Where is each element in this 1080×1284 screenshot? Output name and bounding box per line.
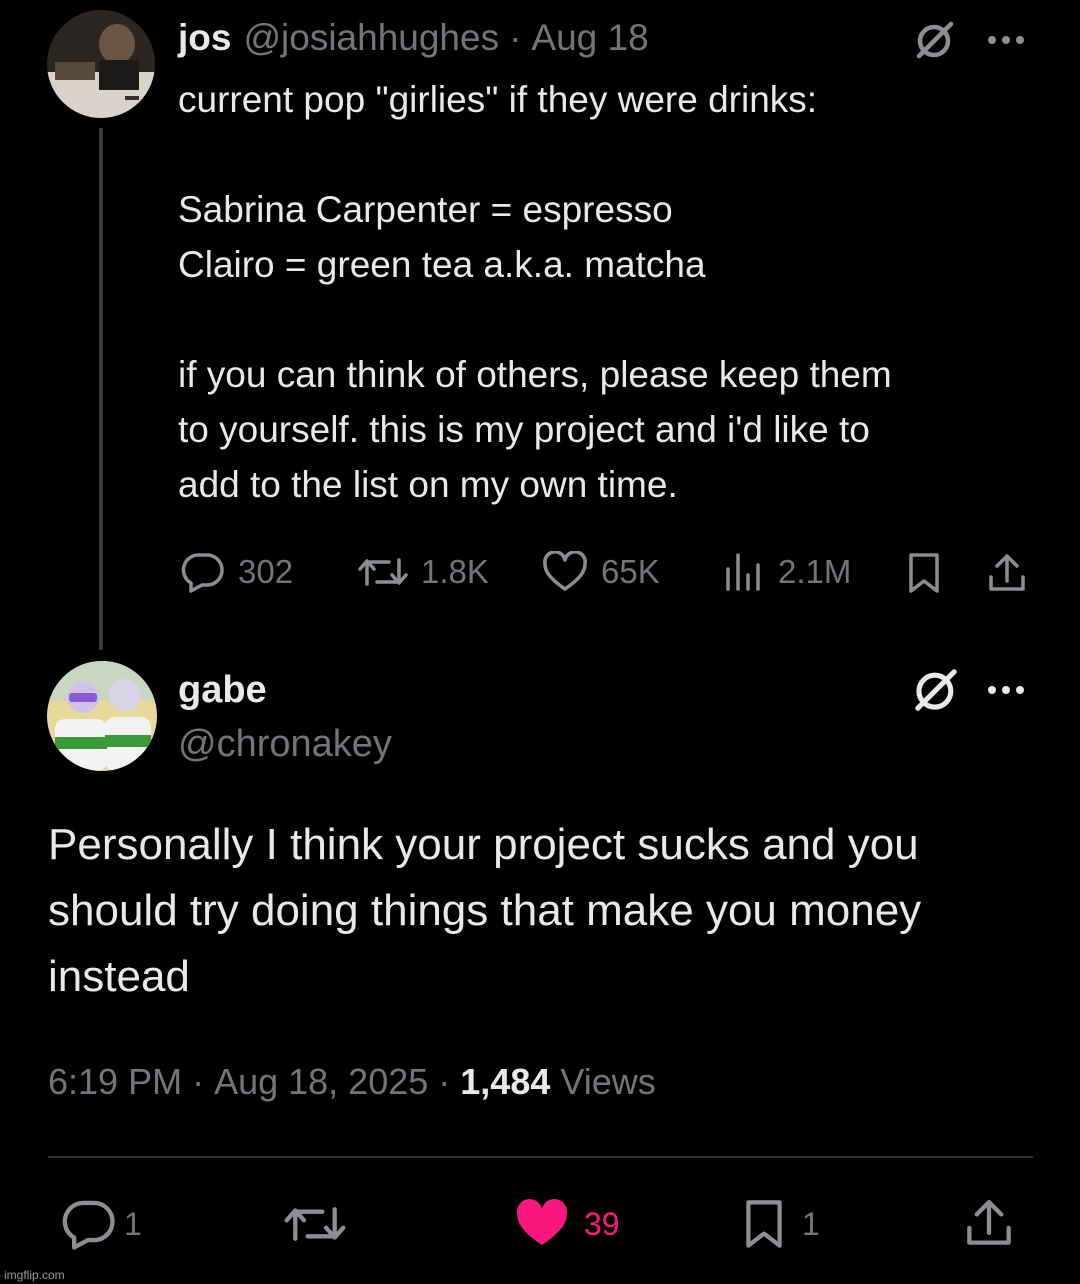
reply-stat[interactable]: 302 [180, 550, 293, 594]
separator-dot: · [509, 17, 522, 58]
grok-icon [915, 669, 957, 711]
more-icon [988, 686, 1024, 694]
views-stat[interactable]: 2.1M [722, 550, 851, 594]
bookmark-button-parent[interactable] [900, 550, 948, 596]
like-stat[interactable]: 65K [541, 550, 660, 594]
reply-date[interactable]: Aug 18, 2025 [214, 1058, 428, 1106]
reply-meta: 6:19 PM · Aug 18, 2025 · 1,484 Views [48, 1058, 656, 1106]
views-icon [726, 553, 760, 591]
reply-display-name[interactable]: gabe [178, 666, 267, 714]
watermark: imgflip.com [4, 1268, 65, 1282]
grok-icon [916, 21, 954, 59]
reply-time[interactable]: 6:19 PM [48, 1058, 182, 1106]
more-icon [988, 36, 1024, 44]
reply-icon [181, 553, 224, 593]
parent-header: jos @josiahhughes · Aug 18 [178, 14, 649, 62]
parent-display-name[interactable]: jos [178, 17, 231, 59]
share-icon [967, 1199, 1011, 1245]
reply-count: 302 [238, 553, 294, 590]
avatar-gabe[interactable] [47, 661, 157, 771]
like-icon [543, 551, 587, 591]
parent-date[interactable]: Aug 18 [531, 17, 648, 59]
separator-dot: · [438, 1061, 451, 1102]
reply-handle[interactable]: @chronakey [178, 720, 392, 768]
reply-action-reply-count: 1 [124, 1205, 142, 1242]
bookmark-icon [909, 553, 939, 593]
avatar-gabe-image [47, 661, 157, 771]
more-button-parent[interactable] [982, 20, 1030, 60]
like-icon-filled [516, 1198, 568, 1246]
reply-action-repost[interactable] [283, 1198, 347, 1250]
more-button-reply[interactable] [982, 670, 1030, 710]
divider [48, 1156, 1033, 1158]
avatar-jos[interactable] [47, 10, 155, 118]
share-icon [989, 554, 1025, 591]
reply-action-bookmark[interactable]: 1 [740, 1198, 820, 1250]
parent-body: current pop "girlies" if they were drink… [178, 79, 892, 505]
avatar-jos-image [47, 10, 155, 118]
reply-body: Personally I think your project sucks an… [48, 820, 922, 1001]
separator-dot: · [192, 1061, 205, 1102]
share-button-parent[interactable] [982, 550, 1032, 596]
like-count: 65K [601, 553, 660, 590]
repost-count: 1.8K [421, 553, 489, 590]
repost-icon [358, 558, 408, 586]
reply-action-like-count: 39 [584, 1205, 620, 1242]
reply-action-like[interactable]: 39 [512, 1198, 620, 1250]
grok-button-parent[interactable] [910, 16, 960, 64]
grok-button-reply[interactable] [908, 664, 964, 716]
reply-action-share[interactable] [962, 1196, 1016, 1250]
views-count: 2.1M [778, 553, 852, 590]
reply-action-reply[interactable]: 1 [60, 1198, 142, 1250]
reply-views-label: Views [560, 1061, 656, 1102]
bookmark-icon [746, 1200, 782, 1248]
reply-icon [62, 1200, 115, 1250]
thread-line [99, 128, 103, 650]
reply-views-count: 1,484 [460, 1061, 551, 1102]
repost-icon [284, 1207, 346, 1241]
reply-action-bookmark-count: 1 [802, 1205, 820, 1242]
repost-stat[interactable]: 1.8K [357, 550, 489, 594]
parent-handle[interactable]: @josiahhughes [243, 17, 499, 59]
